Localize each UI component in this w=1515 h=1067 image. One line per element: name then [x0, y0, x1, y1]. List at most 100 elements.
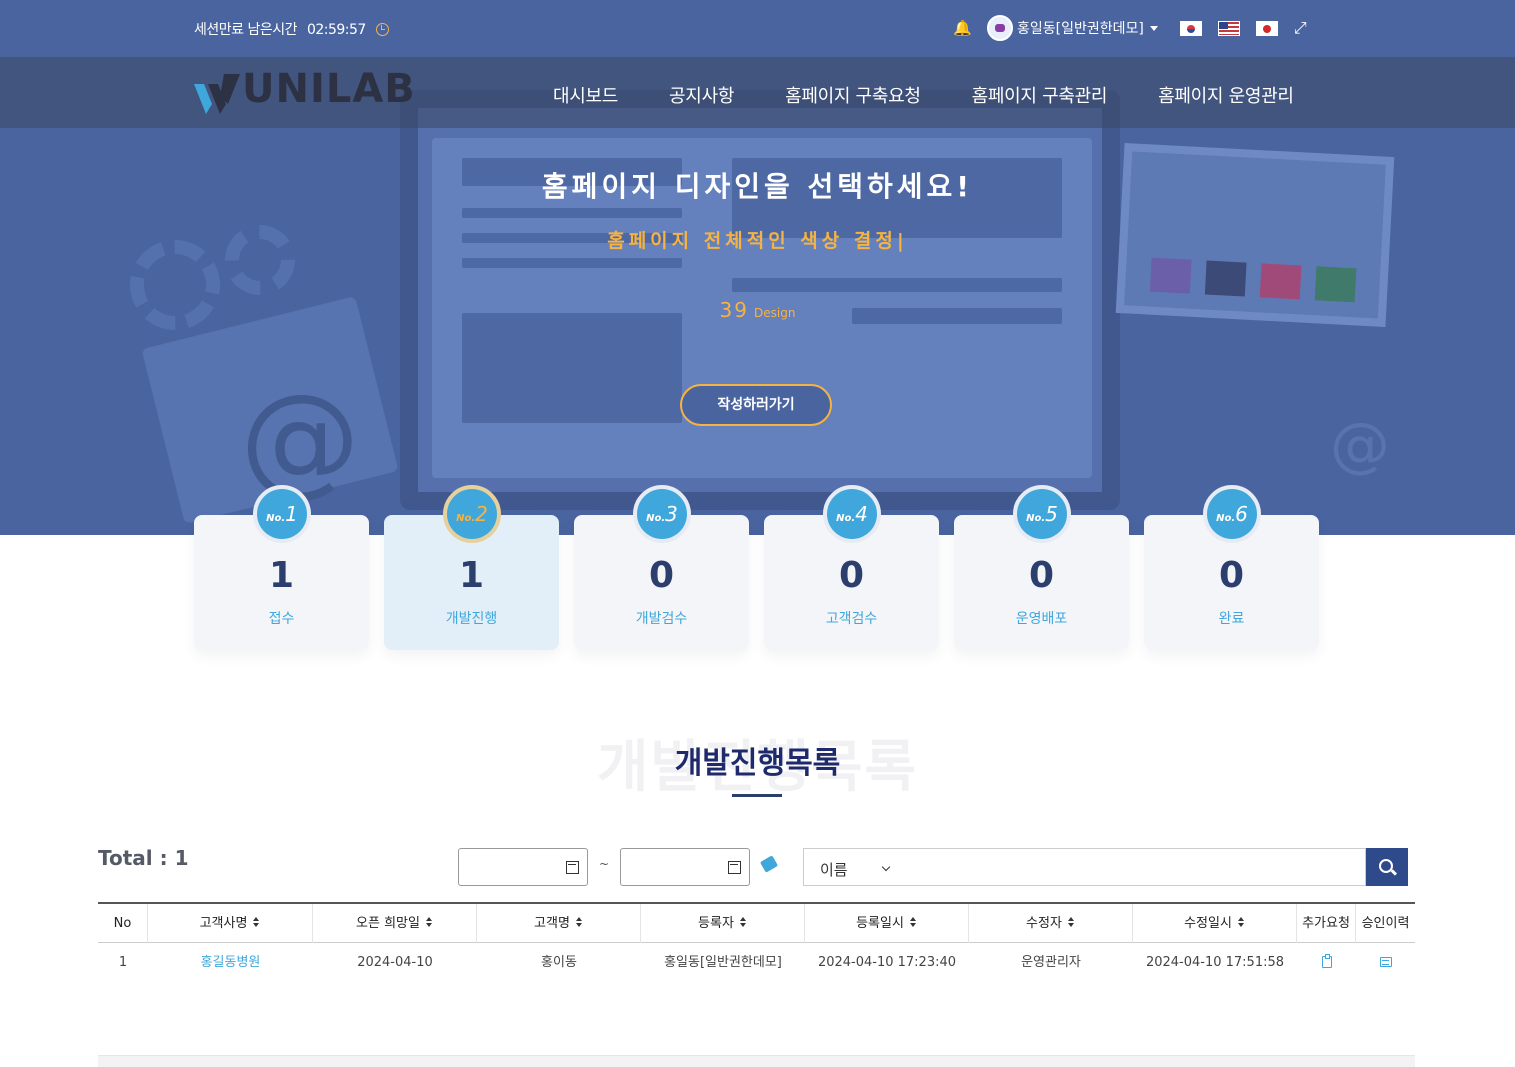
- col-company[interactable]: 고객사명: [148, 904, 313, 943]
- step-badge-prefix: No.: [1026, 513, 1046, 524]
- logo[interactable]: UNILAB: [194, 66, 415, 116]
- design-count-unit: Design: [754, 306, 796, 320]
- at-sign-icon: @: [1330, 410, 1390, 480]
- status-label: 개발진행: [445, 611, 498, 627]
- user-name: 홍일동[일반권한데모]: [1017, 21, 1144, 37]
- cell-approval-history: [1356, 943, 1415, 983]
- bell-icon[interactable]: 🔔: [953, 19, 972, 37]
- table-row[interactable]: 1 홍길동병원 2024-04-10 홍이동 홍일동[일반권한데모] 2024-…: [98, 943, 1415, 983]
- step-badge-prefix: No.: [266, 513, 286, 524]
- step-badge: No.6: [1203, 485, 1261, 543]
- sort-icon: [1237, 917, 1245, 928]
- table-header: No 고객사명 오픈 희망일 고객명 등록자 등록일시 수정자 수정일시 추가요…: [98, 902, 1415, 943]
- col-no: No: [98, 904, 148, 943]
- status-card[interactable]: No.1 1 접수: [194, 485, 369, 650]
- col-customer[interactable]: 고객명: [477, 904, 641, 943]
- message-icon[interactable]: [1379, 957, 1392, 967]
- user-menu[interactable]: 홍일동[일반권한데모]: [987, 15, 1158, 41]
- total-count: Total : 1: [98, 846, 189, 870]
- calendar-icon[interactable]: [728, 861, 741, 874]
- sort-icon: [575, 917, 583, 928]
- step-badge-number: 6: [1235, 502, 1248, 526]
- top-bar: 세션만료 남은시간 02:59:57 🔔 홍일동[일반권한데모] ⤢: [0, 0, 1515, 57]
- step-badge-number: 3: [665, 502, 678, 526]
- col-mod-date[interactable]: 수정일시: [1133, 904, 1297, 943]
- sort-icon: [253, 917, 260, 928]
- nav-dashboard[interactable]: 대시보드: [553, 82, 618, 108]
- step-badge-prefix: No.: [836, 513, 856, 524]
- search-type-select[interactable]: 이름: [803, 848, 896, 886]
- status-count: 1: [268, 555, 295, 596]
- section-title: 개발진행목록: [674, 746, 841, 781]
- session-label: 세션만료 남은시간: [194, 22, 298, 38]
- clock-icon: [375, 23, 389, 36]
- col-open-date[interactable]: 오픈 희망일: [313, 904, 477, 943]
- step-badge: No.1: [253, 485, 311, 543]
- write-button[interactable]: 작성하러가기: [680, 384, 832, 426]
- status-card[interactable]: No.3 0 개발검수: [574, 485, 749, 650]
- status-label: 완료: [1218, 611, 1245, 627]
- step-badge: No.4: [823, 485, 881, 543]
- date-to-input[interactable]: [620, 848, 750, 886]
- nav-build-request[interactable]: 홈페이지 구축요청: [785, 82, 921, 108]
- logo-mark-icon: [194, 74, 240, 114]
- step-badge-prefix: No.: [646, 513, 666, 524]
- status-count: 0: [1028, 555, 1055, 596]
- flag-kr-icon[interactable]: [1179, 20, 1202, 36]
- section-divider: [732, 794, 782, 797]
- logo-text: UNILAB: [242, 66, 416, 112]
- step-badge-prefix: No.: [1216, 513, 1236, 524]
- status-count: 1: [458, 555, 485, 596]
- cell-modifier: 운영관리자: [1021, 955, 1081, 970]
- status-count: 0: [838, 555, 865, 596]
- step-badge-prefix: No.: [456, 513, 476, 524]
- status-label: 운영배포: [1015, 611, 1068, 627]
- status-card[interactable]: No.5 0 운영배포: [954, 485, 1129, 650]
- sort-icon: [425, 917, 433, 928]
- nav-notice[interactable]: 공지사항: [669, 82, 734, 108]
- status-card[interactable]: No.6 0 완료: [1144, 485, 1319, 650]
- search-button[interactable]: [1366, 848, 1408, 886]
- sort-icon: [1067, 917, 1075, 928]
- col-reg-date[interactable]: 등록일시: [805, 904, 969, 943]
- cell-customer: 홍이동: [541, 955, 577, 970]
- step-badge-number: 1: [285, 502, 298, 526]
- col-registrant[interactable]: 등록자: [641, 904, 805, 943]
- cell-company-link[interactable]: 홍길동병원: [148, 943, 313, 983]
- main-menu: 대시보드 공지사항 홈페이지 구축요청 홈페이지 구축관리 홈페이지 운영관리: [553, 82, 1345, 108]
- hero-title: 홈페이지 디자인을 선택하세요!: [541, 170, 974, 203]
- session-timer: 세션만료 남은시간 02:59:57: [194, 19, 389, 39]
- status-label: 접수: [268, 611, 295, 627]
- eraser-icon[interactable]: [759, 855, 779, 873]
- step-badge-number: 2: [475, 502, 488, 526]
- status-card[interactable]: No.4 0 고객검수: [764, 485, 939, 650]
- status-count: 0: [1218, 555, 1245, 596]
- sort-icon: [739, 917, 747, 928]
- cell-registrant: 홍일동[일반권한데모]: [664, 955, 782, 970]
- nav-build-manage[interactable]: 홈페이지 구축관리: [972, 82, 1108, 108]
- status-count: 0: [648, 555, 675, 596]
- search-input[interactable]: [895, 848, 1366, 886]
- cell-extra-request: [1297, 943, 1356, 983]
- cell-no: 1: [118, 955, 128, 970]
- fullscreen-icon[interactable]: ⤢: [1294, 20, 1310, 36]
- flag-jp-icon[interactable]: [1255, 20, 1278, 36]
- hero-subtitle: 홈페이지 전체적인 색상 결정|: [607, 230, 908, 252]
- date-from-input[interactable]: [458, 848, 588, 886]
- col-modifier[interactable]: 수정자: [969, 904, 1133, 943]
- nav-operation-manage[interactable]: 홈페이지 운영관리: [1158, 82, 1294, 108]
- col-approval-history: 승인이력: [1361, 916, 1410, 931]
- col-extra-request: 추가요청: [1297, 904, 1356, 943]
- step-badge: No.3: [633, 485, 691, 543]
- sort-icon: [909, 917, 917, 928]
- top-right-controls: 🔔 홍일동[일반권한데모] ⤢: [953, 15, 1310, 41]
- clipboard-icon[interactable]: [1321, 954, 1332, 968]
- design-count: 39 Design: [0, 298, 1515, 322]
- status-label: 개발검수: [635, 611, 688, 627]
- at-sign-icon: @: [240, 370, 360, 509]
- step-badge-number: 5: [1045, 502, 1058, 526]
- cell-open-date: 2024-04-10: [357, 955, 433, 970]
- flag-us-icon[interactable]: [1217, 20, 1240, 36]
- calendar-icon[interactable]: [566, 861, 579, 874]
- status-card[interactable]: No.2 1 개발진행: [384, 485, 559, 650]
